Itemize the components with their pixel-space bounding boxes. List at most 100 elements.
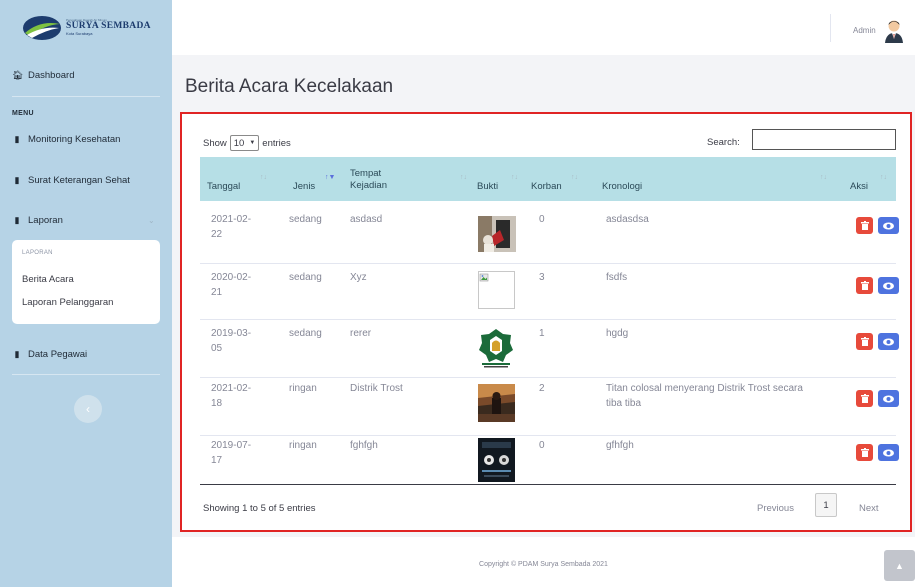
cell-kronologi: fsdfs — [606, 272, 628, 283]
submenu-item-berita-acara[interactable]: Berita Acara — [22, 274, 74, 285]
submenu-heading: LAPORAN — [22, 250, 53, 256]
table-row: 2021-02- 22 sedang asdasd 0 asdasdsa — [200, 204, 899, 264]
trash-icon — [860, 448, 869, 457]
column-header-jenis[interactable]: Jenis — [293, 181, 315, 193]
eye-icon — [883, 222, 894, 229]
chevron-left-icon: ‹ — [86, 402, 90, 416]
evidence-image[interactable] — [478, 216, 516, 252]
sidebar-item-label: Data Pegawai — [28, 348, 88, 360]
table-row: 2019-07- 17 ringan fghfgh 0 gfhfgh — [200, 436, 899, 484]
column-header-tempat-kejadian[interactable]: Tempat Kejadian — [350, 168, 387, 192]
chevron-down-icon: ⌄ — [148, 215, 155, 225]
cell-jenis: sedang — [289, 214, 322, 225]
view-button[interactable] — [878, 333, 899, 350]
table-card: Show 10 ▼ entries Search: Tanggal ↑↓ Jen… — [180, 112, 912, 532]
view-button[interactable] — [878, 217, 899, 234]
cell-kronologi: asdasdsa — [606, 214, 649, 225]
table-header: Tanggal ↑↓ Jenis ↑▼ Tempat Kejadian ↑↓ B… — [200, 157, 896, 201]
sidebar-item-label: Dashboard — [28, 69, 75, 81]
eye-icon — [883, 282, 894, 289]
search-label: Search: — [707, 137, 740, 148]
scroll-to-top-button[interactable]: ▲ — [884, 550, 915, 581]
sidebar-item-monitoring[interactable]: ▮ Monitoring Kesehatan — [0, 132, 121, 146]
sort-desc-icon: ↑▼ — [325, 174, 336, 181]
footer: Copyright © PDAM Surya Sembada 2021 — [172, 537, 915, 587]
delete-button[interactable] — [856, 390, 873, 407]
avatar[interactable] — [884, 19, 904, 43]
column-header-aksi[interactable]: Aksi — [850, 181, 868, 193]
cell-kronologi: hgdg — [606, 328, 629, 339]
clipboard-icon: ▮ — [14, 348, 20, 359]
brand[interactable]: Perusahaan Daerah Air Minum SURYA SEMBAD… — [0, 0, 172, 55]
cell-tanggal: 2019-07- 17 — [211, 440, 252, 466]
clipboard-icon: ▮ — [14, 214, 20, 225]
sidebar-item-label: Surat Keterangan Sehat — [28, 174, 130, 186]
cell-korban: 0 — [539, 440, 545, 451]
user-name[interactable]: Admin — [853, 26, 876, 35]
column-header-korban[interactable]: Korban — [531, 181, 562, 193]
delete-button[interactable] — [856, 217, 873, 234]
trash-icon — [860, 394, 869, 403]
pagination-page-1[interactable]: 1 — [815, 493, 837, 517]
view-button[interactable] — [878, 444, 899, 461]
cell-tempat: fghfgh — [350, 440, 378, 451]
sort-icon: ↑↓ — [460, 174, 467, 181]
evidence-poster-image[interactable] — [478, 438, 515, 482]
sidebar-item-surat[interactable]: ▮ Surat Keterangan Sehat — [0, 173, 130, 187]
sidebar-heading-menu: MENU — [12, 110, 34, 117]
evidence-image[interactable] — [478, 384, 515, 422]
chevron-down-icon: ▼ — [249, 140, 256, 146]
entries-select-value: 10 — [233, 137, 245, 149]
cell-kronologi: Titan colosal menyerang Distrik Trost se… — [606, 383, 803, 409]
page-title: Berita Acara Kecelakaan — [185, 76, 394, 97]
show-label: Show — [203, 137, 227, 149]
broken-image-icon[interactable] — [478, 271, 515, 309]
sidebar-divider — [12, 96, 160, 97]
cell-korban: 2 — [539, 383, 545, 394]
sort-icon: ↑↓ — [260, 174, 267, 181]
entries-control: Show 10 ▼ entries — [203, 135, 291, 151]
column-header-kronologi[interactable]: Kronologi — [602, 181, 642, 193]
delete-button[interactable] — [856, 444, 873, 461]
view-button[interactable] — [878, 390, 899, 407]
clipboard-icon: ▮ — [14, 133, 20, 144]
sidebar-item-laporan[interactable]: ▮ Laporan ⌄ — [0, 213, 172, 227]
submenu-item-laporan-pelanggaran[interactable]: Laporan Pelanggaran — [22, 297, 113, 308]
sidebar: Perusahaan Daerah Air Minum SURYA SEMBAD… — [0, 0, 172, 587]
topbar: Admin — [172, 0, 915, 55]
cell-korban: 0 — [539, 214, 545, 225]
cell-tempat: asdasd — [350, 214, 383, 225]
pdam-logo-icon — [23, 15, 61, 40]
sidebar-item-label: Laporan — [28, 214, 63, 226]
chevron-up-icon: ▲ — [895, 560, 904, 571]
trash-icon — [860, 221, 869, 230]
delete-button[interactable] — [856, 333, 873, 350]
cell-tempat: Distrik Trost — [350, 383, 403, 394]
sidebar-divider — [12, 374, 160, 375]
evidence-logo-image[interactable] — [478, 327, 514, 369]
table-row: 2019-03- 05 sedang rerer 1 hgdg — [200, 320, 899, 378]
eye-icon — [883, 395, 894, 402]
sidebar-item-dashboard[interactable]: 🏠︎ Dashboard — [0, 68, 74, 82]
table-row: 2020-02- 21 sedang Xyz 3 fsdfs — [200, 264, 899, 320]
clipboard-icon: ▮ — [14, 174, 20, 185]
laporan-submenu: LAPORAN Berita Acara Laporan Pelanggaran — [12, 240, 160, 324]
view-button[interactable] — [878, 277, 899, 294]
sort-icon: ↑↓ — [820, 174, 827, 181]
sidebar-item-data-pegawai[interactable]: ▮ Data Pegawai — [0, 347, 88, 361]
pagination-next[interactable]: Next — [859, 503, 879, 514]
home-icon: 🏠︎ — [12, 69, 24, 80]
delete-button[interactable] — [856, 277, 873, 294]
topbar-divider — [830, 14, 831, 42]
sidebar-toggle-button[interactable]: ‹ — [74, 395, 102, 423]
sort-icon: ↑↓ — [511, 174, 518, 181]
column-header-tanggal[interactable]: Tanggal — [207, 181, 240, 193]
search-input[interactable] — [752, 129, 896, 150]
entries-select[interactable]: 10 ▼ — [229, 135, 260, 151]
sort-icon: ↑↓ — [880, 174, 887, 181]
column-header-bukti[interactable]: Bukti — [477, 181, 498, 193]
cell-tempat: Xyz — [350, 272, 367, 283]
cell-jenis: ringan — [289, 440, 317, 451]
cell-tempat: rerer — [350, 328, 372, 339]
pagination-previous[interactable]: Previous — [757, 503, 794, 514]
